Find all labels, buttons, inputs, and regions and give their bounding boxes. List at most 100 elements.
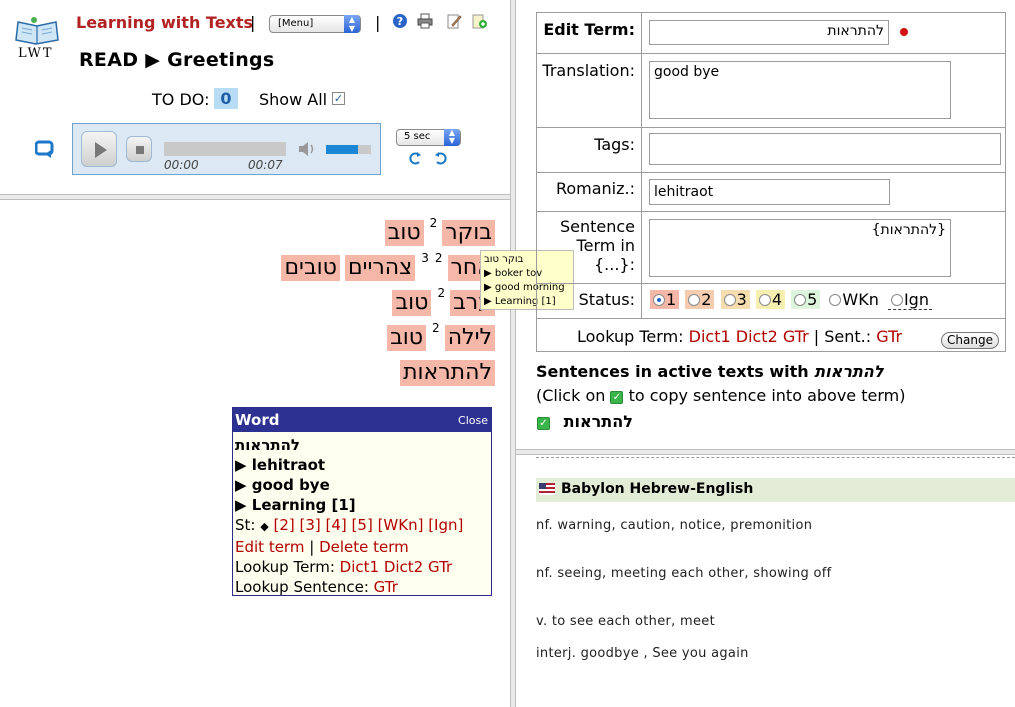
sentence-item: ✓ להתראות xyxy=(537,412,633,431)
stop-button[interactable] xyxy=(126,136,152,162)
diamond-icon: ◆ xyxy=(260,520,269,533)
lookup-line: Lookup Term: Dict1 Dict2 GTr | Sent.: GT… xyxy=(577,327,902,346)
text-title: Greetings xyxy=(167,49,275,71)
rewind-icon[interactable] xyxy=(407,150,423,166)
popup-status-links: St: ◆ [2] [3] [4] [5] [WKn] [Ign] xyxy=(235,515,489,537)
status-change-links[interactable]: [2] [3] [4] [5] [WKn] [Ign] xyxy=(274,516,464,534)
sentence-textarea[interactable]: {להתראות} xyxy=(649,219,951,277)
radio-selected[interactable] xyxy=(653,294,665,306)
print-icon[interactable] xyxy=(417,13,433,29)
status-option-1[interactable]: 1 xyxy=(650,290,680,309)
multiword-count: 2 xyxy=(437,286,446,300)
status-option-3[interactable]: 3 xyxy=(720,290,750,309)
new-text-icon[interactable] xyxy=(471,13,487,29)
term-word[interactable]: טוב xyxy=(392,290,432,316)
copy-sentence-icon[interactable]: ✓ xyxy=(537,417,550,430)
left-frame-splitter[interactable] xyxy=(0,194,510,200)
sentences-heading-term: להתראות xyxy=(814,362,884,381)
note-suffix: to copy sentence into above term) xyxy=(628,386,906,405)
sentences-note: (Click on ✓ to copy sentence into above … xyxy=(536,386,905,405)
multiword-count: 2 xyxy=(429,216,438,230)
app-title[interactable]: Learning with Texts xyxy=(76,13,253,32)
volume-icon[interactable] xyxy=(297,141,317,157)
word-popup-title: Word xyxy=(235,411,280,429)
radio[interactable] xyxy=(890,294,903,306)
play-button[interactable] xyxy=(81,131,117,167)
term-word[interactable]: להתראות xyxy=(400,360,495,386)
tags-input[interactable] xyxy=(649,133,1001,165)
close-button[interactable]: Close xyxy=(458,414,488,427)
term-word[interactable]: טובים xyxy=(281,255,340,281)
status-label: Status: xyxy=(537,284,642,318)
help-icon[interactable]: ? xyxy=(392,13,408,29)
read-label: READ xyxy=(79,49,139,71)
romanization-input[interactable]: lehitraot xyxy=(649,179,890,205)
edit-term-row: Edit Term: להתראות xyxy=(537,13,1005,54)
edit-icon[interactable] xyxy=(446,13,462,29)
sentence-cell: {להתראות} xyxy=(643,212,1005,283)
sentence-label-line: {...}: xyxy=(593,255,635,274)
right-frame-splitter[interactable] xyxy=(516,449,1015,455)
sentences-heading: Sentences in active texts with להתראות xyxy=(536,362,884,381)
lookup-term-label: Lookup Term: xyxy=(577,327,684,346)
change-button[interactable]: Change xyxy=(941,332,999,349)
page-title: READ ▶ Greetings xyxy=(79,49,275,71)
text-line: ערב2טוב xyxy=(0,286,495,325)
us-flag-icon xyxy=(539,483,555,495)
translation-textarea[interactable]: good bye xyxy=(649,61,951,119)
popup-romanization: ▶ lehitraot xyxy=(235,456,326,474)
radio[interactable] xyxy=(688,294,701,306)
radio[interactable] xyxy=(829,294,842,306)
radio[interactable] xyxy=(758,294,771,306)
term-word[interactable]: בוקר xyxy=(442,220,495,246)
term-word[interactable]: טוב xyxy=(384,220,424,246)
term-input[interactable]: להתראות xyxy=(649,20,889,45)
popup-actions: Edit term | Delete term xyxy=(235,537,489,557)
pipe-separator: | xyxy=(813,327,820,346)
volume-slider[interactable] xyxy=(326,145,371,154)
audio-player: 00:00 00:07 xyxy=(72,123,381,175)
status-option-2[interactable]: 2 xyxy=(685,290,715,309)
time-total: 00:07 xyxy=(248,158,283,172)
edit-term-link[interactable]: Edit term xyxy=(235,538,304,556)
word-popup-header[interactable]: Word Close xyxy=(233,408,491,432)
status-option-ign[interactable]: Ign xyxy=(887,290,932,310)
status-option-4[interactable]: 4 xyxy=(755,290,786,309)
radio[interactable] xyxy=(723,294,736,306)
forward-icon[interactable] xyxy=(433,150,449,166)
logo-text: LWT xyxy=(18,46,54,61)
status-option-5[interactable]: 5 xyxy=(791,290,821,309)
status-option-label: 3 xyxy=(736,290,747,309)
svg-text:?: ? xyxy=(397,15,403,28)
dictionary-entry: nf. warning, caution, notice, premonitio… xyxy=(536,518,813,533)
dictionary-entry: interj. goodbye , See you again xyxy=(536,646,749,661)
seconds-select-value: 5 sec xyxy=(404,131,431,142)
time-current: 00:00 xyxy=(164,158,199,172)
vertical-frame-splitter[interactable] xyxy=(510,0,516,707)
term-word[interactable]: לילה xyxy=(444,325,495,351)
header-separator: | xyxy=(250,13,256,32)
note-prefix: (Click on xyxy=(536,386,606,405)
romanization-cell: lehitraot xyxy=(643,173,1005,211)
play-icon xyxy=(95,142,107,158)
status-option-wkn[interactable]: WKn xyxy=(826,290,881,309)
menu-select[interactable]: [Menu] ▲ ▼ xyxy=(269,15,361,33)
delete-term-link[interactable]: Delete term xyxy=(319,538,409,556)
word-popup-body: להתראות ▶ lehitraot ▶ good bye ▶ Learnin… xyxy=(233,432,491,600)
show-all-checkbox[interactable]: ✓ xyxy=(332,92,345,105)
term-word[interactable]: טוב xyxy=(387,325,427,351)
lookup-term-links[interactable]: Dict1 Dict2 GTr xyxy=(340,558,453,576)
tags-label: Tags: xyxy=(537,128,642,172)
repeat-icon[interactable] xyxy=(35,139,57,159)
term-word[interactable]: צהריים xyxy=(344,255,416,281)
todo-count[interactable]: 0 xyxy=(214,88,238,109)
sentence-row: Sentence Term in {...}: {להתראות} xyxy=(537,212,1005,284)
tags-cell xyxy=(643,128,1005,172)
seconds-select[interactable]: 5 sec ▲ ▼ xyxy=(396,129,461,146)
translation-row: Translation: good bye xyxy=(537,54,1005,128)
radio[interactable] xyxy=(794,294,807,306)
lookup-sentence-link[interactable]: GTr xyxy=(374,578,398,596)
sent-link[interactable]: GTr xyxy=(876,327,902,346)
audio-progress-bar[interactable] xyxy=(164,142,286,156)
lookup-term-links[interactable]: Dict1 Dict2 GTr xyxy=(689,327,809,346)
